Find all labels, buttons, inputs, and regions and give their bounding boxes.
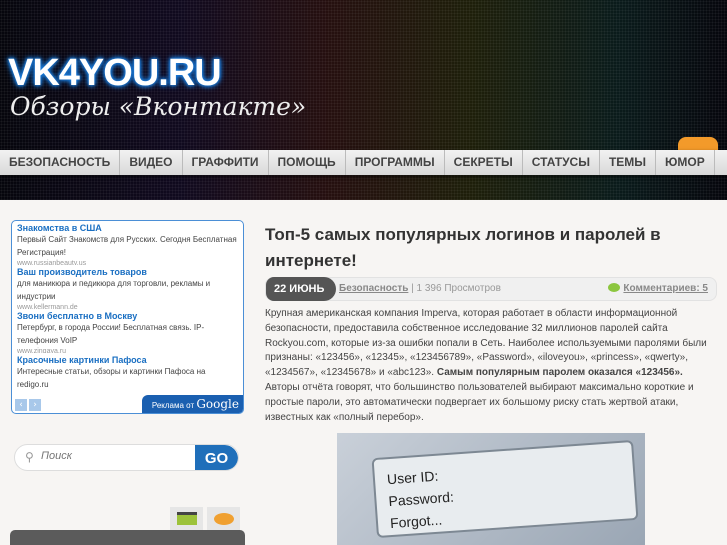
comment-icon — [213, 512, 234, 525]
google-ads-block: Знакомства в США Первый Сайт Знакомств дл… — [11, 220, 244, 414]
article-body: Крупная американская компания Imperva, к… — [265, 308, 707, 423]
nav-statuses[interactable]: СТАТУСЫ — [523, 150, 600, 175]
nav-themes[interactable]: ТЕМЫ — [600, 150, 657, 175]
nav-help[interactable]: ПОМОЩЬ — [269, 150, 346, 175]
ad-desc: для маникюра и педикюра для торговли, ре… — [17, 279, 211, 301]
comment-icon — [608, 283, 621, 292]
article-highlight: Самым популярным паролем оказался «12345… — [436, 367, 683, 379]
sidebar-tab-panel — [10, 530, 245, 545]
ad-item[interactable]: Красочные картинки Пафоса Интересные стат… — [17, 355, 238, 399]
chevron-right-icon[interactable]: › — [29, 399, 41, 411]
ad-url[interactable]: www.zingaya.ru — [17, 347, 238, 353]
ad-title[interactable]: Звони бесплатно в Москву — [17, 311, 238, 321]
search-icon: ⚲ — [25, 450, 34, 464]
ad-title[interactable]: Ваш производитель товаров — [17, 267, 238, 277]
nav-video[interactable]: ВИДЕО — [120, 150, 183, 175]
nav-humor[interactable]: ЮМОР — [656, 150, 715, 175]
folder-icon — [176, 512, 197, 525]
nav-graffiti[interactable]: ГРАФФИТИ — [183, 150, 269, 175]
ad-title[interactable]: Красочные картинки Пафоса — [17, 355, 238, 365]
ad-desc: Петербург, в города России! Бесплатная с… — [17, 323, 205, 345]
ad-url[interactable]: www.kellermann.de — [17, 303, 238, 309]
site-logo[interactable]: VK4YOU.RU — [8, 52, 222, 95]
ad-item[interactable]: Ваш производитель товаров для маникюра и … — [17, 267, 238, 311]
category-link[interactable]: Безопасность — [339, 283, 408, 294]
main-nav: БЕЗОПАСНОСТЬ ВИДЕО ГРАФФИТИ ПОМОЩЬ ПРОГР… — [0, 150, 727, 175]
tab-categories[interactable] — [170, 507, 203, 530]
search-input[interactable] — [41, 450, 191, 462]
ad-pager: ‹ › — [15, 399, 41, 411]
chevron-left-icon[interactable]: ‹ — [15, 399, 27, 411]
ad-item[interactable]: Звони бесплатно в Москву Петербург, в гор… — [17, 311, 238, 355]
tab-comments[interactable] — [207, 507, 240, 530]
ad-desc: Первый Сайт Знакомств для Русских. Сегод… — [17, 235, 237, 257]
search-form: ⚲ GO — [14, 444, 239, 471]
comments-link[interactable]: Комментариев: 5 — [608, 283, 708, 294]
ad-title[interactable]: Знакомства в США — [17, 223, 238, 233]
article-image: User ID: Password: Forgot... — [337, 433, 645, 545]
site-tagline: Обзоры «Вконтакте» — [10, 92, 307, 121]
views-count: | 1 396 Просмотров — [411, 283, 501, 294]
article-meta: 22 ИЮНЬ Безопасность | 1 396 Просмотров … — [265, 277, 717, 301]
ad-desc: Интересные статьи, обзоры и картинки Паф… — [17, 367, 206, 389]
nav-secrets[interactable]: СЕКРЕТЫ — [445, 150, 523, 175]
ad-item[interactable]: Знакомства в США Первый Сайт Знакомств дл… — [17, 223, 238, 267]
sidebar-tabs — [170, 507, 240, 530]
search-go-button[interactable]: GO — [195, 445, 238, 470]
login-window: User ID: Password: Forgot... — [371, 439, 639, 539]
nav-security[interactable]: БЕЗОПАСНОСТЬ — [0, 150, 121, 175]
ads-by-google[interactable]: Реклама от Google — [141, 395, 243, 413]
nav-programs[interactable]: ПРОГРАММЫ — [346, 150, 445, 175]
ad-url[interactable]: www.russianbeauty.us — [17, 259, 238, 265]
article-date: 22 ИЮНЬ — [266, 277, 336, 301]
article-title[interactable]: Топ-5 самых популярных логинов и паролей… — [265, 222, 695, 274]
